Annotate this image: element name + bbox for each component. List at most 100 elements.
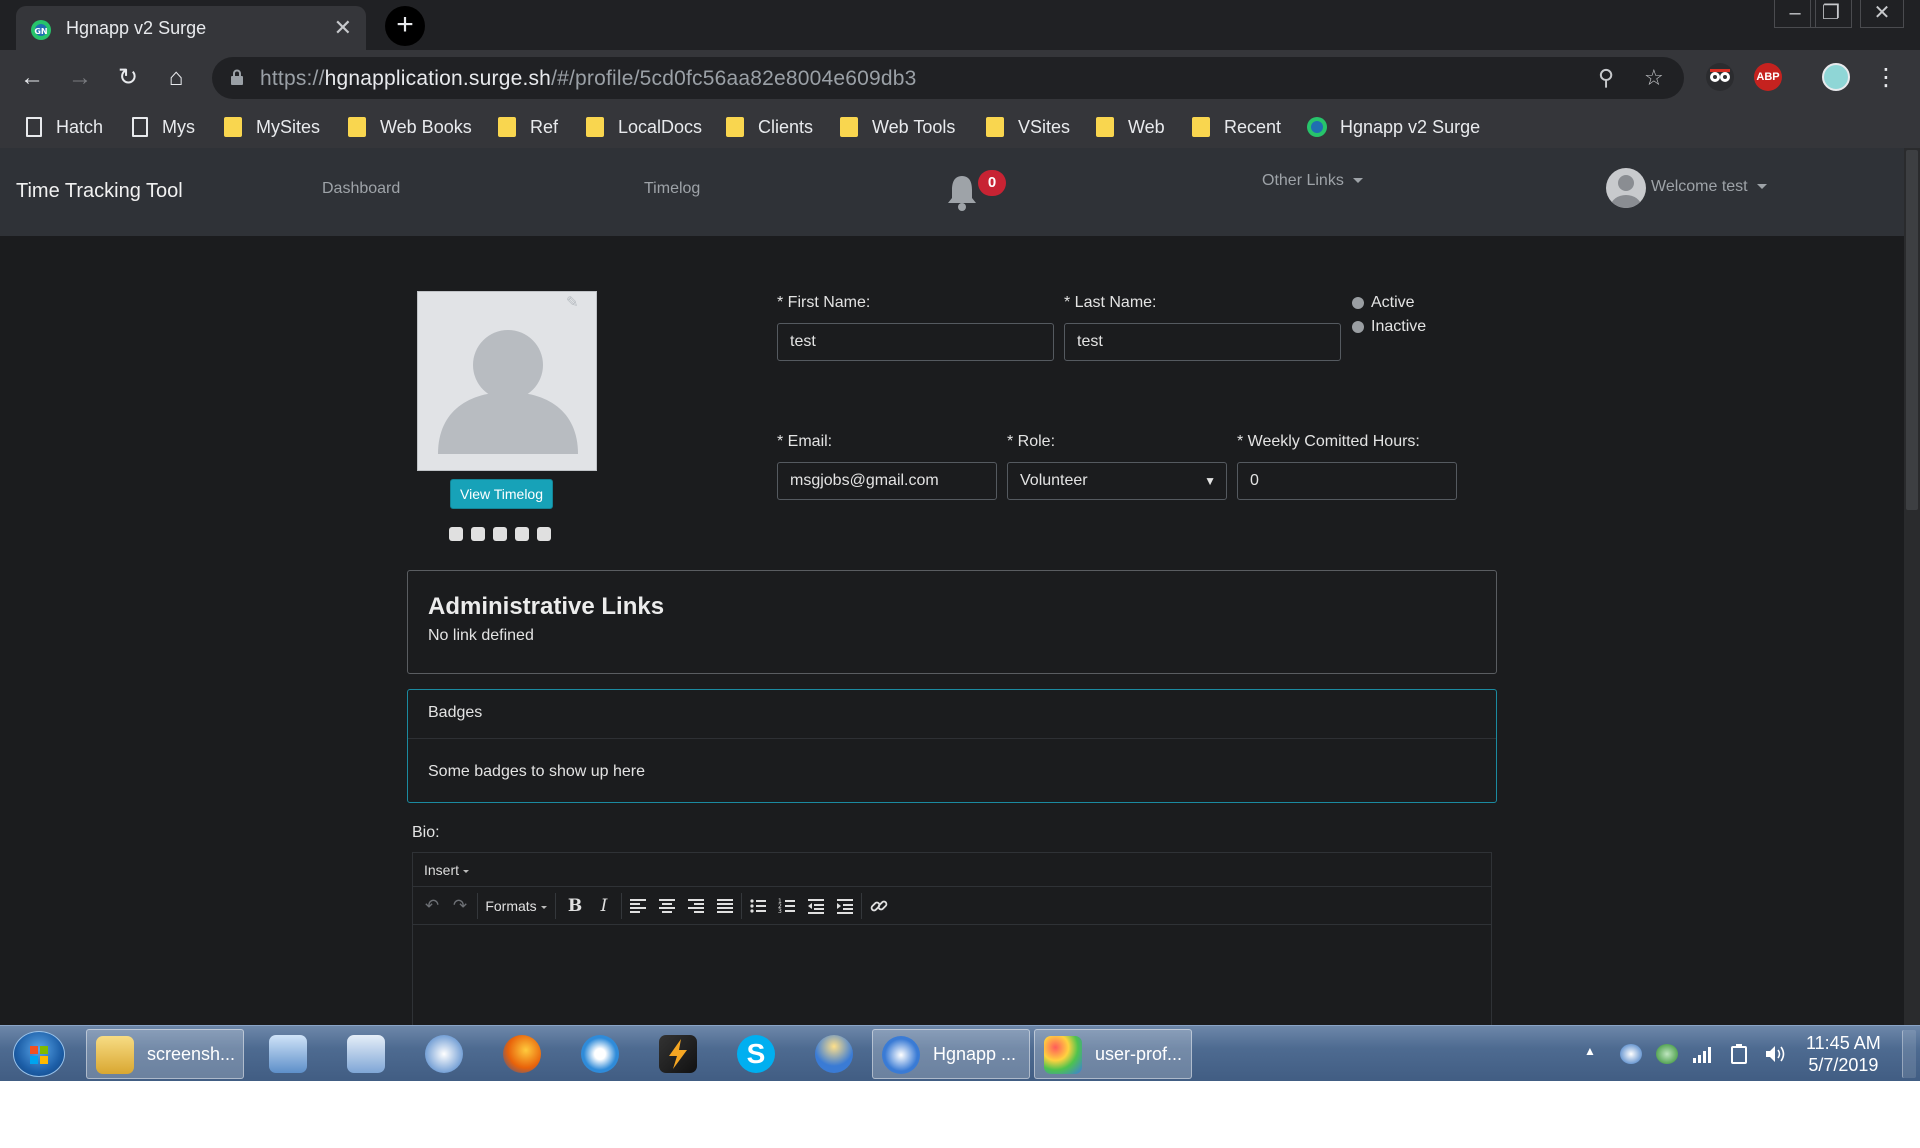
profile-avatar-icon[interactable] (1822, 63, 1850, 91)
windows-logo-icon (30, 1046, 48, 1064)
toolbar-separator (555, 893, 556, 919)
user-menu-dropdown[interactable]: Welcome test (1651, 178, 1767, 196)
volume-icon[interactable] (1764, 1044, 1786, 1064)
bookmark-ref[interactable]: Ref (498, 114, 558, 140)
status-active-radio[interactable]: Active (1352, 294, 1415, 312)
tray-security-icon[interactable] (1656, 1044, 1678, 1064)
bullet-list-icon[interactable] (747, 895, 769, 917)
dot-1[interactable] (449, 527, 463, 541)
dot-3[interactable] (493, 527, 507, 541)
align-justify-icon[interactable] (714, 895, 736, 917)
restore-icon[interactable]: ❐ (1810, 0, 1852, 28)
new-tab-button[interactable]: + (385, 6, 425, 46)
tray-app-icon[interactable] (1620, 1044, 1642, 1064)
network-icon[interactable] (1692, 1044, 1714, 1064)
browser-toolbar: ← → ↻ ⌂ https://hgnapplication.surge.sh/… (0, 50, 1920, 106)
bookmark-recent[interactable]: Recent (1192, 114, 1281, 140)
bell-icon[interactable] (944, 172, 980, 212)
computer-icon (269, 1035, 307, 1073)
show-desktop-button[interactable] (1902, 1030, 1916, 1078)
weekly-hours-input[interactable]: 0 (1237, 462, 1457, 500)
start-button[interactable] (13, 1031, 65, 1077)
taskbar-explorer[interactable]: screensh... (86, 1029, 244, 1079)
editor-toolbar: ↶ ↷ Formats B I 123 (413, 887, 1491, 925)
italic-button[interactable]: I (593, 895, 615, 917)
dot-2[interactable] (471, 527, 485, 541)
taskbar-mail[interactable] (416, 1029, 472, 1079)
window-close-icon[interactable]: ✕ (1860, 0, 1904, 28)
search-app-icon (347, 1035, 385, 1073)
system-clock[interactable]: 11:45 AM 5/7/2019 (1806, 1032, 1881, 1076)
home-icon[interactable]: ⌂ (158, 60, 194, 96)
bookmark-star-icon[interactable]: ☆ (1644, 65, 1664, 91)
first-name-input[interactable]: test (777, 323, 1054, 361)
view-timelog-button[interactable]: View Timelog (450, 479, 554, 509)
bookmark-web-books[interactable]: Web Books (348, 114, 472, 140)
align-right-icon[interactable] (685, 895, 707, 917)
nav-timelog[interactable]: Timelog (644, 180, 700, 198)
taskbar-search-app[interactable] (338, 1029, 394, 1079)
align-left-icon[interactable] (627, 895, 649, 917)
person-silhouette-icon (438, 330, 578, 454)
email-input[interactable]: msgjobs@gmail.com (777, 462, 997, 500)
profile-picture[interactable] (417, 291, 597, 471)
radio-icon (1352, 321, 1364, 333)
edit-picture-icon[interactable]: ✎ (566, 293, 579, 311)
browser-tab[interactable]: GN Hgnapp v2 Surge ✕ (16, 6, 366, 50)
align-center-icon[interactable] (656, 895, 678, 917)
taskbar-skype[interactable]: S (728, 1029, 784, 1079)
tray-expand-icon[interactable]: ▲ (1584, 1044, 1596, 1064)
taskbar-messenger[interactable] (806, 1029, 862, 1079)
badges-body: Some badges to show up here (428, 763, 646, 780)
internet-explorer-icon (581, 1035, 619, 1073)
role-select[interactable]: Volunteer ▼ (1007, 462, 1227, 500)
undo-icon[interactable]: ↶ (421, 895, 443, 917)
formats-dropdown[interactable]: Formats (485, 895, 547, 917)
address-bar[interactable]: https://hgnapplication.surge.sh/#/profil… (212, 57, 1684, 99)
taskbar-chrome-hgnapp[interactable]: Hgnapp ... (872, 1029, 1030, 1079)
forward-icon[interactable]: → (62, 60, 98, 96)
bookmark-mys[interactable]: Mys (132, 114, 195, 140)
user-avatar[interactable] (1606, 168, 1646, 208)
back-icon[interactable]: ← (14, 60, 50, 96)
numbered-list-icon[interactable]: 123 (776, 895, 798, 917)
indent-icon[interactable] (834, 895, 856, 917)
status-inactive-radio[interactable]: Inactive (1352, 318, 1426, 336)
browser-menu-icon[interactable]: ⋮ (1868, 60, 1904, 96)
bookmark-mysites[interactable]: MySites (224, 114, 320, 140)
extension-owl-icon[interactable] (1706, 63, 1734, 91)
page-icon (26, 117, 42, 137)
taskbar-paint[interactable]: user-prof... (1034, 1029, 1192, 1079)
tab-close-icon[interactable]: ✕ (334, 15, 352, 41)
folder-icon (348, 117, 366, 137)
bookmark-web-tools[interactable]: Web Tools (840, 114, 955, 140)
taskbar-firefox[interactable] (494, 1029, 550, 1079)
dot-5[interactable] (537, 527, 551, 541)
link-icon[interactable] (868, 895, 890, 917)
bookmark-vsites[interactable]: VSites (986, 114, 1070, 140)
skype-icon: S (737, 1035, 775, 1073)
dot-4[interactable] (515, 527, 529, 541)
nav-dashboard[interactable]: Dashboard (322, 180, 400, 198)
outdent-icon[interactable] (805, 895, 827, 917)
bold-button[interactable]: B (564, 895, 586, 917)
redo-icon[interactable]: ↷ (449, 895, 471, 917)
nav-other-links-dropdown[interactable]: Other Links (1262, 172, 1363, 190)
power-icon[interactable] (1728, 1044, 1750, 1064)
bookmark-web[interactable]: Web (1096, 114, 1165, 140)
bookmark-localdocs[interactable]: LocalDocs (586, 114, 702, 140)
zoom-icon[interactable]: ⚲ (1598, 65, 1614, 91)
first-name-label: * First Name: (777, 294, 871, 311)
bookmark-hgnapp[interactable]: Hgnapp v2 Surge (1306, 114, 1480, 140)
adblock-icon[interactable]: ABP (1754, 63, 1782, 91)
bookmark-hatch[interactable]: Hatch (26, 114, 103, 140)
taskbar-computer[interactable] (260, 1029, 316, 1079)
bookmark-clients[interactable]: Clients (726, 114, 813, 140)
last-name-input[interactable]: test (1064, 323, 1341, 361)
app-brand[interactable]: Time Tracking Tool (16, 180, 183, 203)
taskbar-winamp[interactable] (650, 1029, 706, 1079)
taskbar-ie[interactable] (572, 1029, 628, 1079)
insert-menu[interactable]: Insert (424, 862, 470, 878)
page-scrollbar-thumb[interactable] (1906, 150, 1918, 510)
reload-icon[interactable]: ↻ (110, 60, 146, 96)
